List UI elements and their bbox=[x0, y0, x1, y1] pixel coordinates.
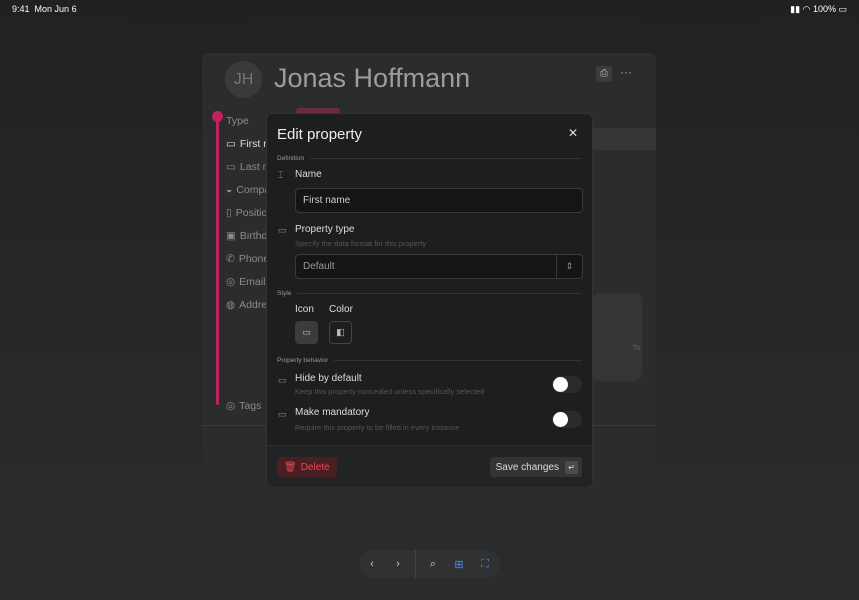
dialog-footer: 🗑︎ Delete Save changes ↵ bbox=[267, 445, 592, 487]
type-icon bbox=[212, 111, 223, 122]
mandatory-toggle[interactable] bbox=[552, 411, 582, 428]
bottom-toolbar: ‹ › ⌕ ⊞ ⛶ bbox=[359, 550, 500, 578]
date: Mon Jun 6 bbox=[34, 4, 77, 14]
color-picker-button[interactable]: ◧ bbox=[329, 321, 352, 344]
hide-help: Keep this property concealed unless spec… bbox=[295, 387, 485, 396]
battery-icon: ▭ bbox=[838, 4, 847, 14]
avatar: JH bbox=[225, 61, 262, 98]
close-icon[interactable]: ✕ bbox=[568, 126, 578, 140]
chevron-updown-icon: ⇕ bbox=[556, 255, 582, 278]
status-bar: 9:41 Mon Jun 6 ▮▮ ◠ 100% ▭ bbox=[0, 0, 859, 18]
more-icon[interactable]: ··· bbox=[620, 65, 632, 79]
search-icon[interactable]: ⌕ bbox=[420, 558, 446, 571]
property-type-select[interactable]: Default ⇕ bbox=[295, 254, 583, 279]
name-input[interactable]: First name bbox=[295, 188, 583, 213]
delete-button[interactable]: 🗑︎ Delete bbox=[277, 457, 337, 477]
color-label: Color bbox=[329, 304, 353, 315]
trash-icon: 🗑︎ bbox=[284, 461, 297, 473]
time: 9:41 bbox=[12, 4, 30, 14]
text-cursor-icon: ⌶ bbox=[278, 170, 284, 180]
separator bbox=[415, 550, 416, 578]
property-type-help: Specify the data format for this propert… bbox=[295, 239, 427, 248]
edit-property-dialog: Edit property ✕ Definition ⌶ Name First … bbox=[266, 113, 593, 487]
name-label: Name bbox=[295, 169, 322, 180]
hide-toggle[interactable] bbox=[552, 376, 582, 393]
print-icon[interactable]: ⎙ bbox=[596, 66, 612, 82]
timeline-rail bbox=[216, 115, 219, 405]
icon-label: Icon bbox=[295, 304, 314, 315]
highlight-row bbox=[582, 128, 656, 150]
icon-picker-button[interactable]: ▭ bbox=[295, 321, 318, 344]
mandatory-icon: ▭ bbox=[278, 409, 287, 419]
enter-key-icon: ↵ bbox=[565, 460, 578, 474]
image-preview: To bbox=[592, 293, 642, 381]
chevron-right-icon[interactable]: › bbox=[385, 558, 411, 570]
ai-scan-icon[interactable]: ⛶ bbox=[472, 558, 498, 571]
mandatory-label: Make mandatory bbox=[295, 407, 370, 418]
record-title: Jonas Hoffmann bbox=[274, 63, 471, 93]
mandatory-help: Require this property to be filled in ev… bbox=[295, 423, 460, 432]
section-behavior: Property behavior bbox=[277, 357, 582, 364]
property-type-icon: ▭ bbox=[278, 225, 287, 235]
hide-label: Hide by default bbox=[295, 373, 362, 384]
dialog-title: Edit property bbox=[277, 126, 363, 143]
property-type-label: Property type bbox=[295, 224, 355, 235]
hide-icon: ▭ bbox=[278, 375, 287, 385]
signal-icon: ▮▮ ◠ bbox=[790, 4, 813, 14]
battery-level: 100% bbox=[812, 4, 836, 14]
chevron-left-icon[interactable]: ‹ bbox=[359, 558, 385, 570]
add-box-icon[interactable]: ⊞ bbox=[446, 558, 472, 571]
section-definition: Definition bbox=[277, 155, 582, 162]
section-style: Style bbox=[277, 290, 582, 297]
save-button[interactable]: Save changes ↵ bbox=[489, 457, 582, 477]
